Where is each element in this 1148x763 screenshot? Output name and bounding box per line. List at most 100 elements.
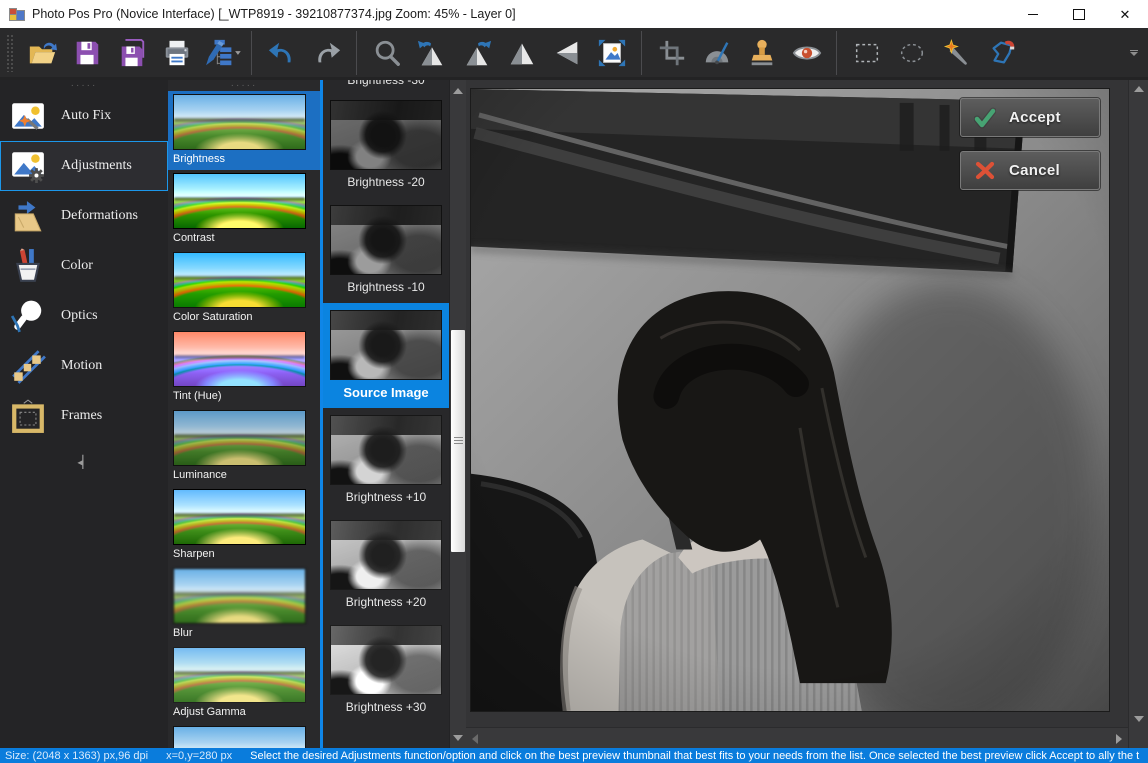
preview-thumbnail bbox=[330, 625, 442, 695]
preview-thumbnail bbox=[330, 100, 442, 170]
flip-horizontal-button[interactable] bbox=[544, 30, 589, 76]
canvas-horizontal-scrollbar[interactable] bbox=[466, 727, 1128, 748]
preview-item-brightness-30[interactable]: Brightness +30 bbox=[323, 618, 449, 723]
rotate-right-button[interactable] bbox=[454, 30, 499, 76]
previews-scrollbar[interactable] bbox=[449, 80, 466, 748]
app-icon bbox=[8, 6, 24, 22]
batch-edit-button[interactable] bbox=[199, 30, 244, 76]
help-text: Select the desired Adjustments function/… bbox=[250, 750, 1139, 762]
sidebar-item-auto-fix[interactable]: Auto Fix bbox=[0, 91, 168, 141]
collapse-panel-icon[interactable]: ◂▏ bbox=[0, 455, 168, 469]
function-label: Tint (Hue) bbox=[173, 390, 320, 402]
scrollbar-grip-icon bbox=[454, 437, 463, 445]
toolbar-grip[interactable] bbox=[6, 34, 15, 72]
sidebar-item-label: Motion bbox=[61, 358, 102, 374]
cancel-label: Cancel bbox=[1009, 162, 1060, 179]
cursor-coords-status: x=0,y=280 px bbox=[166, 750, 232, 762]
sidebar-item-label: Frames bbox=[61, 408, 102, 424]
preview-item-brightness-10[interactable]: Brightness +10 bbox=[323, 408, 449, 513]
function-thumbnail bbox=[173, 489, 306, 545]
save-as-button[interactable] bbox=[109, 30, 154, 76]
sidebar-item-frames[interactable]: Frames bbox=[0, 391, 168, 441]
resize-image-button[interactable] bbox=[589, 30, 634, 76]
crop-icon bbox=[657, 38, 687, 68]
minimize-button[interactable] bbox=[1010, 0, 1056, 28]
print-button[interactable] bbox=[154, 30, 199, 76]
clone-stamp-button[interactable] bbox=[739, 30, 784, 76]
function-item-sharpen[interactable]: Sharpen bbox=[168, 486, 320, 565]
scroll-down-icon[interactable] bbox=[450, 730, 466, 745]
rect-select-button[interactable] bbox=[844, 30, 889, 76]
scroll-left-icon[interactable] bbox=[472, 734, 478, 744]
function-item-tint-hue[interactable]: Tint (Hue) bbox=[168, 328, 320, 407]
magic-wand-button[interactable] bbox=[934, 30, 979, 76]
sidebar-grip[interactable]: ····· bbox=[0, 82, 168, 91]
function-label: Sharpen bbox=[173, 548, 320, 560]
close-icon: ✕ bbox=[1120, 8, 1131, 21]
sidebar-item-optics[interactable]: Optics bbox=[0, 291, 168, 341]
preview-label: Brightness +10 bbox=[323, 490, 449, 504]
scroll-right-icon[interactable] bbox=[1116, 734, 1122, 744]
function-item-contrast[interactable]: Contrast bbox=[168, 170, 320, 249]
close-button[interactable]: ✕ bbox=[1102, 0, 1148, 28]
preview-item-brightness-10[interactable]: Brightness -10 bbox=[323, 198, 449, 303]
function-item-luminance[interactable]: Luminance bbox=[168, 407, 320, 486]
toolbar-separator bbox=[251, 31, 252, 75]
canvas-viewport[interactable]: Accept Cancel bbox=[466, 80, 1128, 727]
undo-button[interactable] bbox=[259, 30, 304, 76]
function-item-partial[interactable] bbox=[168, 723, 320, 748]
rotate-left-button[interactable] bbox=[409, 30, 454, 76]
function-label: Brightness bbox=[173, 153, 320, 165]
sidebar-item-deformations[interactable]: Deformations bbox=[0, 191, 168, 241]
sidebar-item-color[interactable]: Color bbox=[0, 241, 168, 291]
preview-item-brightness-20[interactable]: Brightness -20 bbox=[323, 93, 449, 198]
function-thumbnail bbox=[173, 726, 306, 748]
sidebar-item-label: Adjustments bbox=[61, 158, 132, 174]
open-icon bbox=[27, 38, 57, 68]
open-button[interactable] bbox=[19, 30, 64, 76]
function-thumbnail bbox=[173, 252, 306, 308]
crop-button[interactable] bbox=[649, 30, 694, 76]
preview-item-source-image[interactable]: Source Image bbox=[323, 303, 449, 408]
function-item-color-saturation[interactable]: Color Saturation bbox=[168, 249, 320, 328]
auto-fix-icon bbox=[10, 98, 46, 134]
flip-vertical-icon bbox=[507, 38, 537, 68]
flip-vertical-button[interactable] bbox=[499, 30, 544, 76]
function-item-blur[interactable]: Blur bbox=[168, 565, 320, 644]
previews-scrollbar-thumb[interactable] bbox=[451, 330, 465, 552]
motion-icon bbox=[10, 348, 46, 384]
function-thumbnail bbox=[173, 173, 306, 229]
preview-item-brightness-20[interactable]: Brightness +20 bbox=[323, 513, 449, 618]
toolbar-overflow-icon[interactable] bbox=[1130, 50, 1138, 56]
zoom-button[interactable] bbox=[364, 30, 409, 76]
scroll-up-icon[interactable] bbox=[450, 83, 466, 98]
sidebar-item-label: Color bbox=[61, 258, 93, 274]
sidebar-item-motion[interactable]: Motion bbox=[0, 341, 168, 391]
save-icon bbox=[72, 38, 102, 68]
redo-button[interactable] bbox=[304, 30, 349, 76]
function-item-adjust-gamma[interactable]: Adjust Gamma bbox=[168, 644, 320, 723]
straighten-button[interactable] bbox=[694, 30, 739, 76]
deformations-icon bbox=[10, 198, 46, 234]
red-eye-button[interactable] bbox=[784, 30, 829, 76]
functions-grip[interactable]: ····· bbox=[168, 82, 320, 91]
preview-thumbnail bbox=[330, 415, 442, 485]
sidebar-item-adjustments[interactable]: Adjustments bbox=[0, 141, 168, 191]
scroll-up-icon[interactable] bbox=[1134, 86, 1144, 92]
ellipse-select-button[interactable] bbox=[889, 30, 934, 76]
optics-icon bbox=[10, 298, 46, 334]
function-item-brightness[interactable]: Brightness bbox=[168, 91, 320, 170]
function-label: Color Saturation bbox=[173, 311, 320, 323]
canvas-vertical-scrollbar[interactable] bbox=[1129, 80, 1148, 728]
maximize-button[interactable] bbox=[1056, 0, 1102, 28]
preview-label: Brightness +20 bbox=[323, 595, 449, 609]
clone-stamp-icon bbox=[747, 38, 777, 68]
scroll-down-icon[interactable] bbox=[1134, 716, 1144, 722]
save-button[interactable] bbox=[64, 30, 109, 76]
cancel-button[interactable]: Cancel bbox=[960, 151, 1100, 190]
preview-item-brightness-30[interactable]: Brightness -30 bbox=[323, 80, 449, 93]
rect-select-icon bbox=[852, 38, 882, 68]
accept-button[interactable]: Accept bbox=[960, 98, 1100, 137]
category-sidebar: ····· Auto Fix Adjustments Deformations Col… bbox=[0, 80, 168, 748]
magnetic-lasso-button[interactable] bbox=[979, 30, 1024, 76]
